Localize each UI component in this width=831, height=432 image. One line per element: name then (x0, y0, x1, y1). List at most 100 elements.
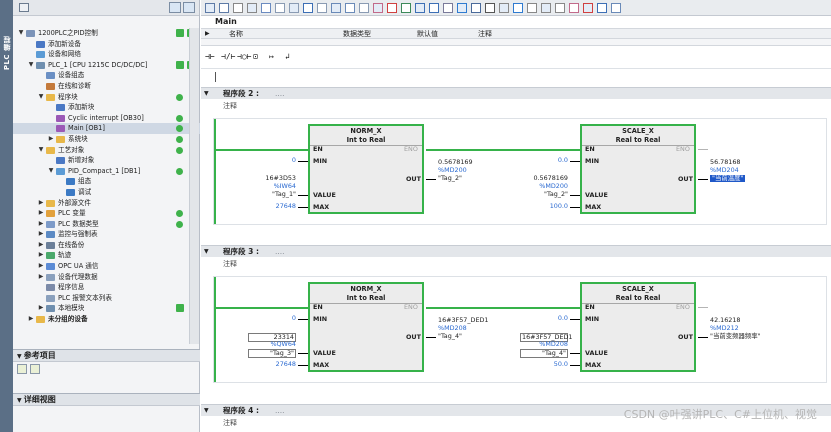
network-title-placeholder[interactable]: .... (275, 88, 285, 100)
monitor-icon[interactable] (401, 3, 411, 13)
scale-x-instruction-box[interactable]: SCALE_X Real to Real (580, 124, 696, 214)
expand-arrow-icon[interactable]: ▶ (37, 261, 45, 272)
tree-view-toggle-icon[interactable] (169, 2, 181, 13)
download-icon[interactable] (429, 3, 439, 13)
col-name[interactable]: 名称 (229, 29, 243, 39)
nc-contact-icon[interactable]: ⊣/⊢ (221, 52, 235, 61)
box-view-icon[interactable] (303, 3, 313, 13)
tree-item[interactable]: ▼ 1200PLC之PID控制 (13, 28, 200, 39)
instruction-datatype[interactable]: Int to Real (310, 294, 422, 302)
tree-item[interactable]: ▶ 监控与强制表 (13, 229, 200, 240)
collapse-arrow-icon[interactable]: ▼ (37, 92, 45, 103)
network-header[interactable]: ▼ 程序段 3 :.... (201, 245, 831, 257)
online-icon[interactable] (457, 3, 467, 13)
plc-programming-strip[interactable]: PLC 编程 (0, 0, 13, 432)
tree-item[interactable]: 设备和网络 (13, 49, 200, 60)
output-operand[interactable]: "当前变频器频率" (710, 333, 761, 340)
instruction-datatype[interactable]: Real to Real (582, 136, 694, 144)
grid-view-icon[interactable] (19, 3, 29, 12)
insert-row-icon[interactable] (233, 3, 243, 13)
input-operand[interactable]: 50.0 (520, 361, 568, 368)
output-operand[interactable]: "Tag_2" (438, 175, 462, 182)
tree-item[interactable]: 在线和诊断 (13, 81, 200, 92)
tree-item[interactable]: 设备组态 (13, 70, 200, 81)
tree-item[interactable]: ▼ PLC_1 [CPU 1215C DC/DC/DC] (13, 60, 200, 71)
input-operand[interactable]: 100.0 (520, 203, 568, 210)
zoom-icon[interactable] (485, 3, 495, 13)
expand-arrow-icon[interactable]: ▶ (37, 303, 45, 314)
tree-item[interactable]: ▶ 系统块 (13, 134, 200, 145)
toggle-favorites-icon[interactable] (289, 3, 299, 13)
tree-item[interactable]: 新增对象 (13, 155, 200, 166)
input-operand[interactable]: 0.0 (520, 315, 568, 322)
network-comments-icon[interactable] (317, 3, 327, 13)
tree-item[interactable]: ▼ 工艺对象 (13, 145, 200, 156)
settings-icon[interactable] (555, 3, 565, 13)
expand-arrow-icon[interactable]: ▶ (37, 219, 45, 230)
tree-item[interactable]: ▼ PID_Compact_1 [DB1] (13, 166, 200, 177)
input-operand[interactable]: 0 (248, 315, 296, 322)
tree-item[interactable]: ▶ 未分组的设备 (13, 314, 200, 325)
tree-item[interactable]: Main [OB1] (13, 123, 200, 134)
input-operand[interactable]: 0 (248, 157, 296, 164)
monitor-on-icon[interactable] (583, 3, 593, 13)
absolute-address-icon[interactable] (261, 3, 271, 13)
collapse-network-icon[interactable]: ▼ (204, 405, 209, 417)
output-operand[interactable]: "当前温度" (710, 175, 746, 182)
expand-arrow-icon[interactable]: ▶ (37, 272, 45, 283)
input-operand[interactable]: "Tag_2" (520, 191, 568, 198)
tree-item[interactable]: ▶ 设备代理数据 (13, 272, 200, 283)
empty-box-icon[interactable]: ⊡ (253, 52, 258, 61)
network-title-placeholder[interactable]: .... (275, 246, 285, 258)
modify-icon[interactable] (415, 3, 425, 13)
offline-icon[interactable] (471, 3, 481, 13)
tree-item[interactable]: PLC 报警文本列表 (13, 293, 200, 304)
layout-icon[interactable] (541, 3, 551, 13)
monitor-off-icon[interactable] (597, 3, 607, 13)
expand-arrow-icon[interactable]: ▶ (37, 208, 45, 219)
col-datatype[interactable]: 数据类型 (343, 29, 371, 39)
collapse-arrow-icon[interactable]: ▼ (17, 28, 25, 39)
tree-item[interactable]: ▶ OPC UA 通信 (13, 261, 200, 272)
output-operand[interactable]: "Tag_4" (438, 333, 462, 340)
tree-item[interactable]: 添加新设备 (13, 39, 200, 50)
close-all-networks-icon[interactable] (345, 3, 355, 13)
input-operand[interactable]: 0.0 (520, 157, 568, 164)
coil-icon[interactable]: ⊣○⊢ (237, 52, 251, 61)
insert-block-call-icon[interactable] (359, 3, 369, 13)
no-contact-icon[interactable]: ⊣⊢ (205, 52, 215, 61)
tree-item[interactable]: ▶ 本地模块 (13, 303, 200, 314)
col-default[interactable]: 默认值 (417, 29, 438, 39)
details-view-header[interactable]: ▼ 详细视图 (13, 393, 200, 406)
close-branch-icon[interactable]: ↲ (285, 52, 290, 61)
tree-item[interactable]: ▼ 程序块 (13, 92, 200, 103)
help-icon[interactable] (513, 3, 523, 13)
open-branch-icon[interactable]: ↦ (269, 52, 274, 61)
tree-item[interactable]: ▶ 外部源文件 (13, 198, 200, 209)
network-comment[interactable]: 注释 (223, 418, 237, 428)
delete-network-icon[interactable] (219, 3, 229, 13)
window-icon[interactable] (611, 3, 621, 13)
input-operand[interactable]: 27648 (248, 361, 296, 368)
tree-item[interactable]: Cyclic interrupt [OB30] (13, 113, 200, 124)
tree-item[interactable]: ▶ PLC 数据类型 (13, 219, 200, 230)
snapshot-icon[interactable] (527, 3, 537, 13)
open-reference-icon[interactable] (17, 364, 27, 374)
col-comment[interactable]: 注释 (478, 29, 492, 39)
project-tree-scrollbar[interactable] (189, 28, 199, 344)
instruction-datatype[interactable]: Int to Real (310, 136, 422, 144)
norm-x-instruction-box[interactable]: NORM_X Int to Real (308, 282, 424, 372)
collapse-network-icon[interactable]: ▼ (204, 88, 209, 100)
close-reference-icon[interactable] (30, 364, 40, 374)
scale-x-instruction-box[interactable]: SCALE_X Real to Real (580, 282, 696, 372)
expand-arrow-icon[interactable]: ▶ (37, 250, 45, 261)
show-callbacks-icon[interactable] (373, 3, 383, 13)
instruction-datatype[interactable]: Real to Real (582, 294, 694, 302)
collapse-arrow-icon[interactable]: ▼ (47, 166, 55, 177)
network-comment[interactable]: 注释 (223, 259, 237, 269)
tree-item[interactable]: ▶ 在线备份 (13, 240, 200, 251)
collapse-network-icon[interactable]: ▼ (204, 246, 209, 258)
input-operand[interactable]: "Tag_1" (248, 191, 296, 198)
network-title-placeholder[interactable]: .... (275, 405, 285, 417)
expand-arrow-icon[interactable]: ▶ (47, 134, 55, 145)
